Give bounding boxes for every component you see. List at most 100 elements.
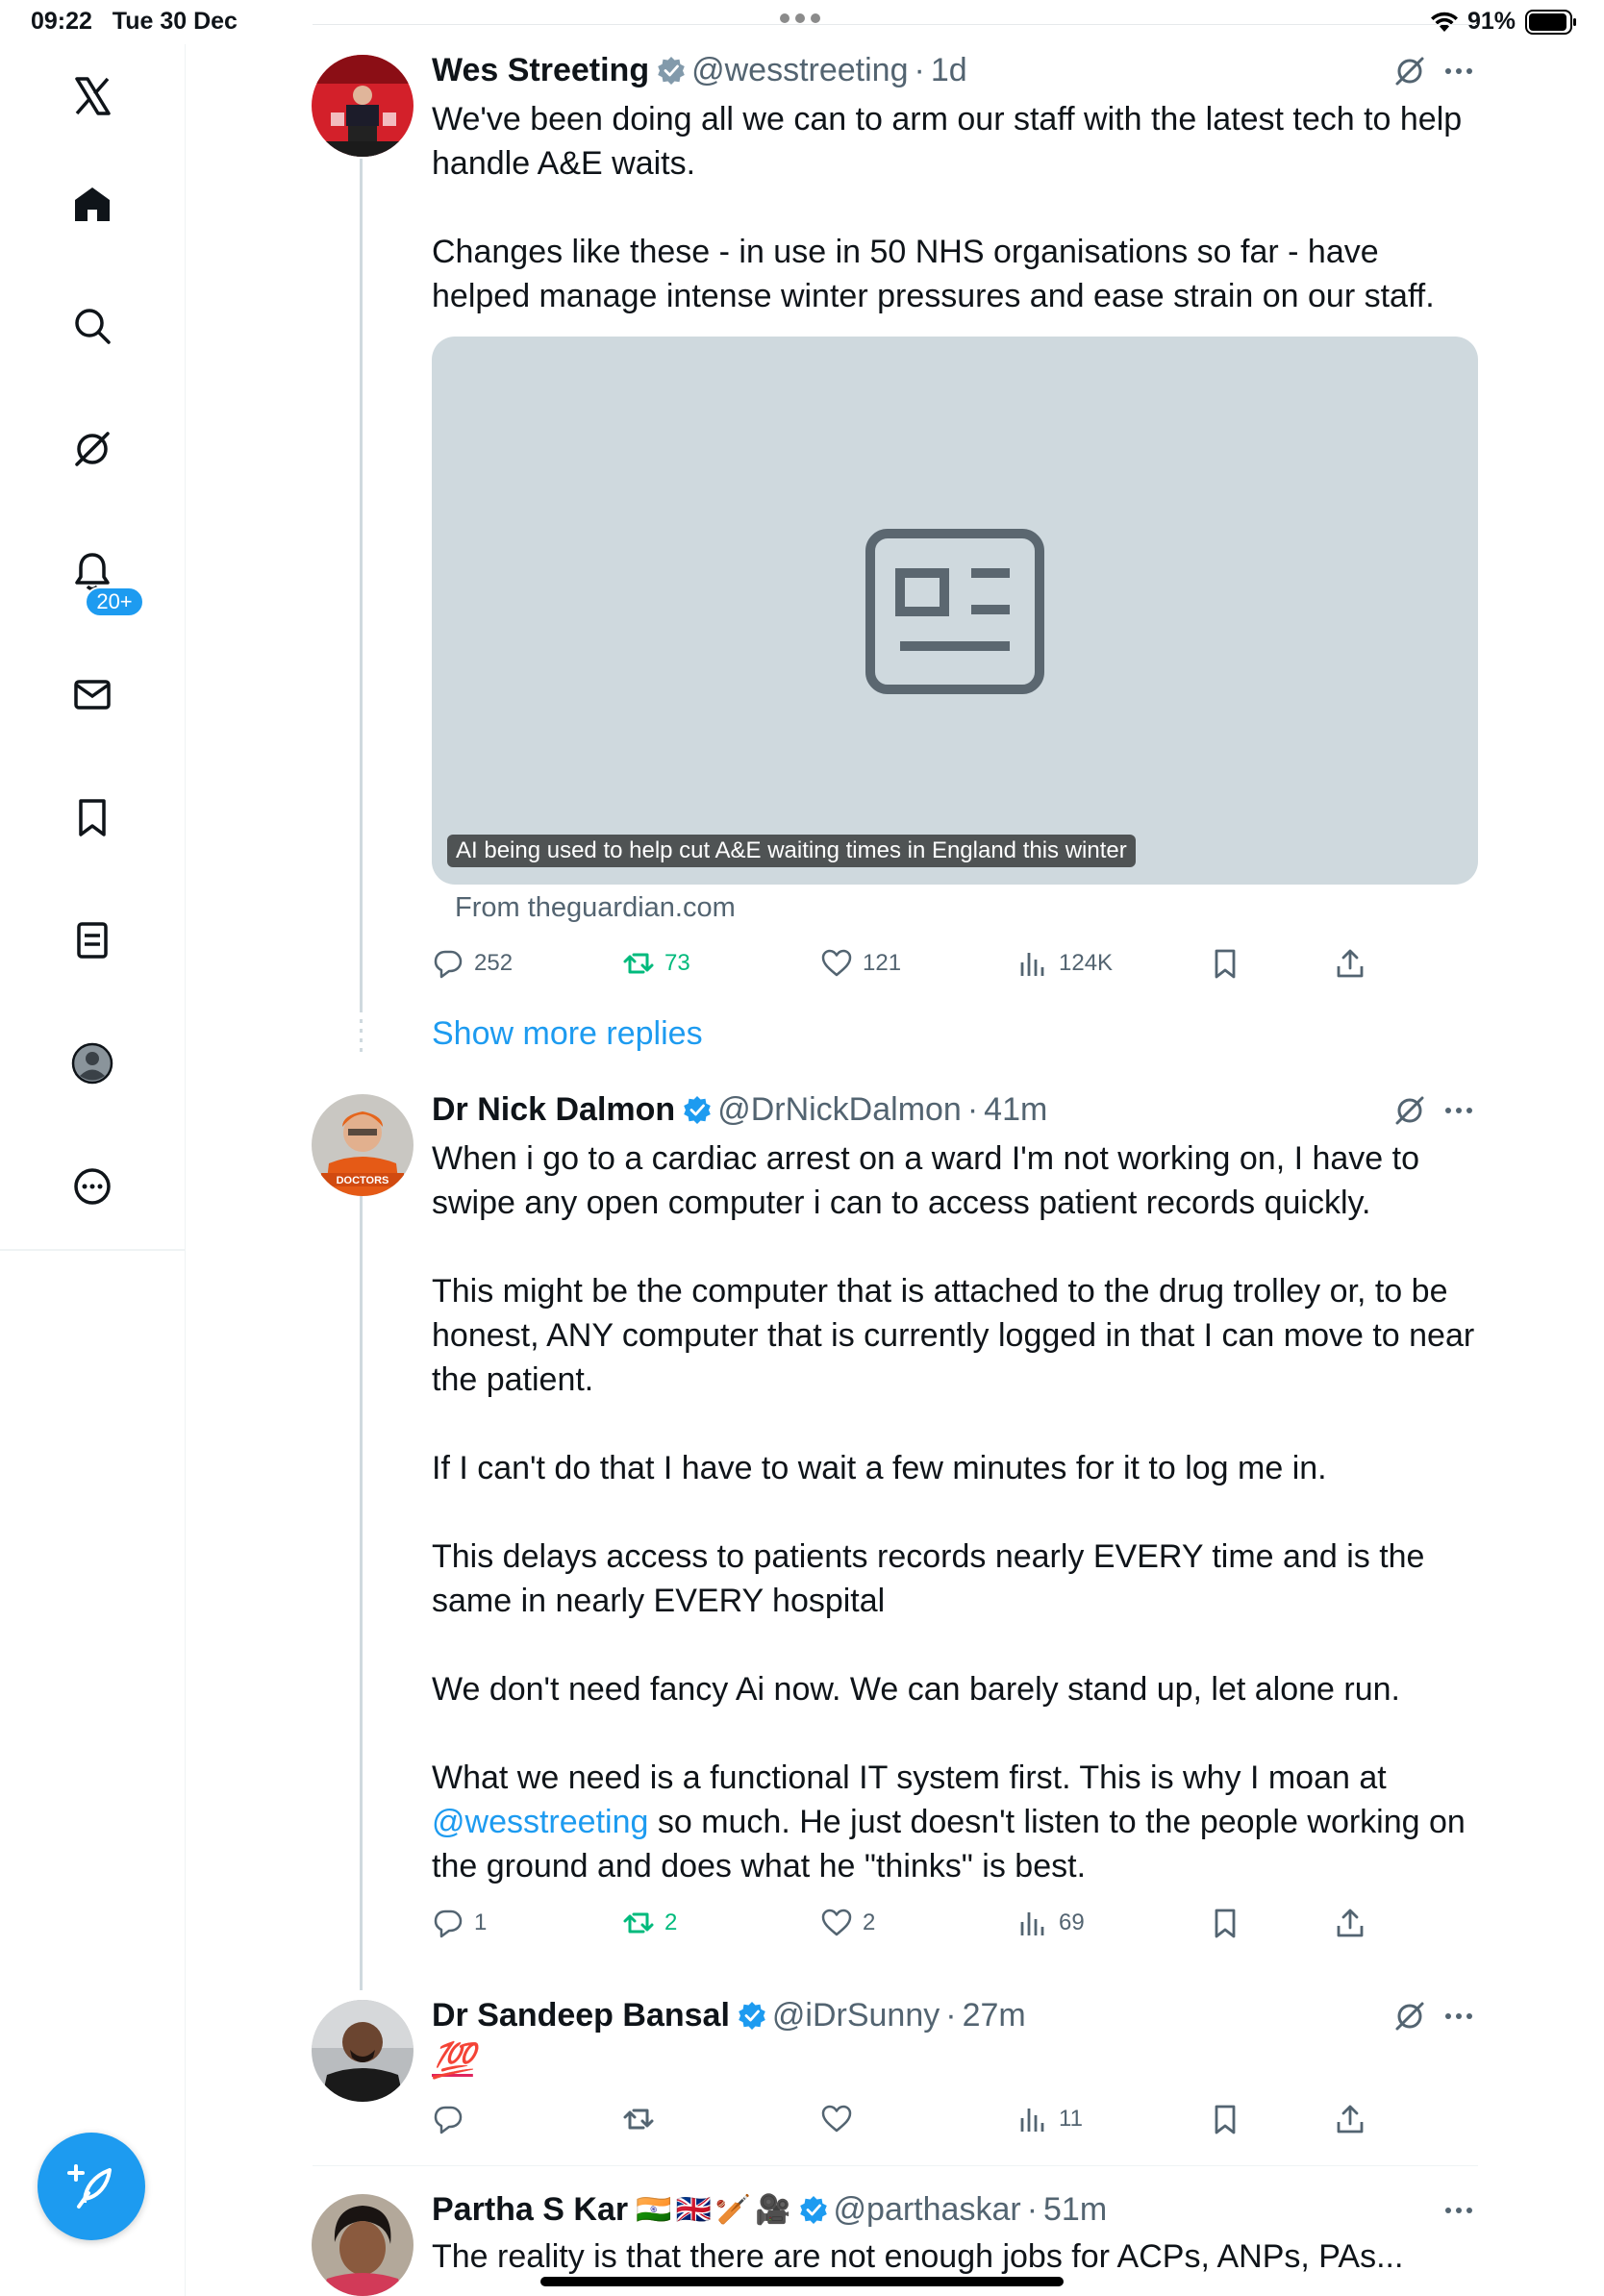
home-indicator[interactable]: [540, 2277, 1064, 2286]
card-source[interactable]: From theguardian.com: [455, 892, 736, 924]
bookmark-button[interactable]: [1209, 1902, 1251, 1944]
like-button[interactable]: [820, 2098, 863, 2140]
repost-button[interactable]: [622, 2098, 664, 2140]
like-button[interactable]: 2: [820, 1902, 875, 1944]
like-count: 2: [863, 1909, 876, 1935]
grok-icon[interactable]: [1392, 1093, 1427, 1128]
views-bar-chart-icon: [1020, 1912, 1044, 1935]
grok-icon[interactable]: [1392, 54, 1427, 88]
views-button[interactable]: 11: [1016, 2098, 1083, 2140]
messages-envelope-icon[interactable]: [54, 656, 131, 733]
reply-button[interactable]: 252: [432, 942, 513, 985]
battery-icon: [1525, 10, 1576, 35]
sidebar: 20+: [0, 44, 186, 1250]
repost-count: 2: [664, 1909, 678, 1935]
share-icon: [1337, 2105, 1364, 2134]
tweet-text: We've been doing all we can to arm our s…: [432, 97, 1480, 318]
avatar[interactable]: [312, 2000, 414, 2102]
more-horizontal-icon[interactable]: [1442, 55, 1475, 87]
more-options-icon[interactable]: [54, 1148, 131, 1225]
reply-icon: [434, 2106, 463, 2134]
movie-camera-emoji: 🎥: [755, 2193, 791, 2226]
sidebar-divider: [0, 1249, 186, 1251]
reply-button[interactable]: 1: [432, 1902, 487, 1944]
repost-icon: [623, 2109, 654, 2130]
author-name[interactable]: Dr Nick Dalmon: [432, 1091, 675, 1129]
views-button[interactable]: 69: [1016, 1902, 1085, 1944]
timestamp[interactable]: 41m: [984, 1091, 1047, 1129]
compose-button[interactable]: [38, 2133, 145, 2240]
mention-link[interactable]: @wesstreeting: [432, 1804, 648, 1840]
tweet-header: Dr Sandeep Bansal @iDrSunny · 27m: [432, 1994, 1026, 2036]
like-button[interactable]: 121: [820, 942, 901, 985]
separator: ·: [1026, 2190, 1039, 2228]
battery-percentage: 91%: [1467, 8, 1516, 35]
author-name[interactable]: Dr Sandeep Bansal: [432, 1997, 730, 2034]
separator: ·: [966, 1090, 979, 1128]
link-card[interactable]: AI being used to help cut A&E waiting ti…: [432, 337, 1478, 885]
views-button[interactable]: 124K: [1016, 942, 1113, 985]
wifi-icon: [1431, 12, 1458, 32]
avatar[interactable]: DOCTORS: [312, 1094, 414, 1196]
timestamp[interactable]: 51m: [1043, 2191, 1107, 2229]
repost-button[interactable]: 2: [622, 1902, 677, 1944]
more-horizontal-icon[interactable]: [1442, 1094, 1475, 1127]
tweet-paragraph: This delays access to patients records n…: [432, 1538, 1425, 1619]
share-button[interactable]: [1334, 942, 1376, 985]
profile-avatar-icon[interactable]: [54, 1025, 131, 1102]
avatar[interactable]: [312, 55, 414, 157]
thread-line: [360, 159, 363, 1012]
grok-icon[interactable]: [1392, 1999, 1427, 2034]
author-handle[interactable]: @parthaskar: [834, 2191, 1021, 2229]
tweet-paragraph: The reality is that there are not enough…: [432, 2238, 1404, 2275]
tweet-header: Dr Nick Dalmon @DrNickDalmon · 41m: [432, 1088, 1047, 1131]
reply-button[interactable]: [432, 2098, 474, 2140]
tweet-text: 💯: [432, 2038, 1480, 2084]
tweet-paragraph: What we need is a functional IT system f…: [432, 1756, 1480, 1888]
tweet-paragraph: We don't need fancy Ai now. We can barel…: [432, 1671, 1400, 1708]
tweet-header: Wes Streeting @wesstreeting · 1d: [432, 49, 967, 91]
author-handle[interactable]: @DrNickDalmon: [717, 1091, 962, 1129]
timestamp[interactable]: 27m: [963, 1997, 1026, 2034]
article-icon: [865, 529, 1044, 694]
thread-line-dotted: [360, 1019, 363, 1058]
svg-text:DOCTORS: DOCTORS: [337, 1175, 389, 1186]
bookmark-icon: [1215, 949, 1236, 979]
tweet-text: When i go to a cardiac arrest on a ward …: [432, 1136, 1480, 1888]
show-more-replies-link[interactable]: Show more replies: [432, 1015, 703, 1053]
author-handle[interactable]: @wesstreeting: [691, 52, 908, 89]
timeline-top-divider: [313, 24, 1477, 25]
author-name[interactable]: Partha S Kar: [432, 2191, 628, 2229]
more-horizontal-icon[interactable]: [1442, 2000, 1475, 2033]
search-icon[interactable]: [54, 287, 131, 364]
separator: ·: [914, 51, 925, 88]
bookmarks-icon[interactable]: [54, 779, 131, 856]
avatar[interactable]: [312, 2194, 414, 2296]
share-button[interactable]: [1334, 2098, 1376, 2140]
bookmark-button[interactable]: [1209, 942, 1251, 985]
share-button[interactable]: [1334, 1902, 1376, 1944]
views-count: 69: [1059, 1909, 1085, 1935]
x-logo-icon[interactable]: [54, 58, 131, 135]
thread-line: [360, 1192, 363, 1990]
home-icon[interactable]: [54, 165, 131, 242]
views-bar-chart-icon: [1020, 953, 1044, 976]
bookmark-button[interactable]: [1209, 2098, 1251, 2140]
author-name[interactable]: Wes Streeting: [432, 52, 649, 89]
grok-icon[interactable]: [54, 411, 131, 487]
tweet-actions: 1 2 2 69: [432, 1902, 1490, 1944]
heart-icon: [821, 1909, 852, 1936]
status-time: 09:22 Tue 30 Dec: [31, 8, 238, 35]
tweet-text: The reality is that there are not enough…: [432, 2234, 1480, 2279]
cricket-emoji: 🏏: [714, 2193, 752, 2226]
author-handle[interactable]: @iDrSunny: [772, 1997, 940, 2034]
lists-icon[interactable]: [54, 902, 131, 979]
timestamp[interactable]: 1d: [931, 52, 967, 89]
tweet-paragraph: When i go to a cardiac arrest on a ward …: [432, 1140, 1420, 1221]
more-horizontal-icon[interactable]: [1442, 2194, 1475, 2227]
tweet-divider: [313, 2165, 1478, 2166]
notifications-badge: 20+: [85, 586, 144, 617]
views-count: 11: [1059, 2106, 1083, 2132]
tweet-actions: 11: [432, 2098, 1490, 2140]
repost-button[interactable]: 73: [622, 942, 690, 985]
